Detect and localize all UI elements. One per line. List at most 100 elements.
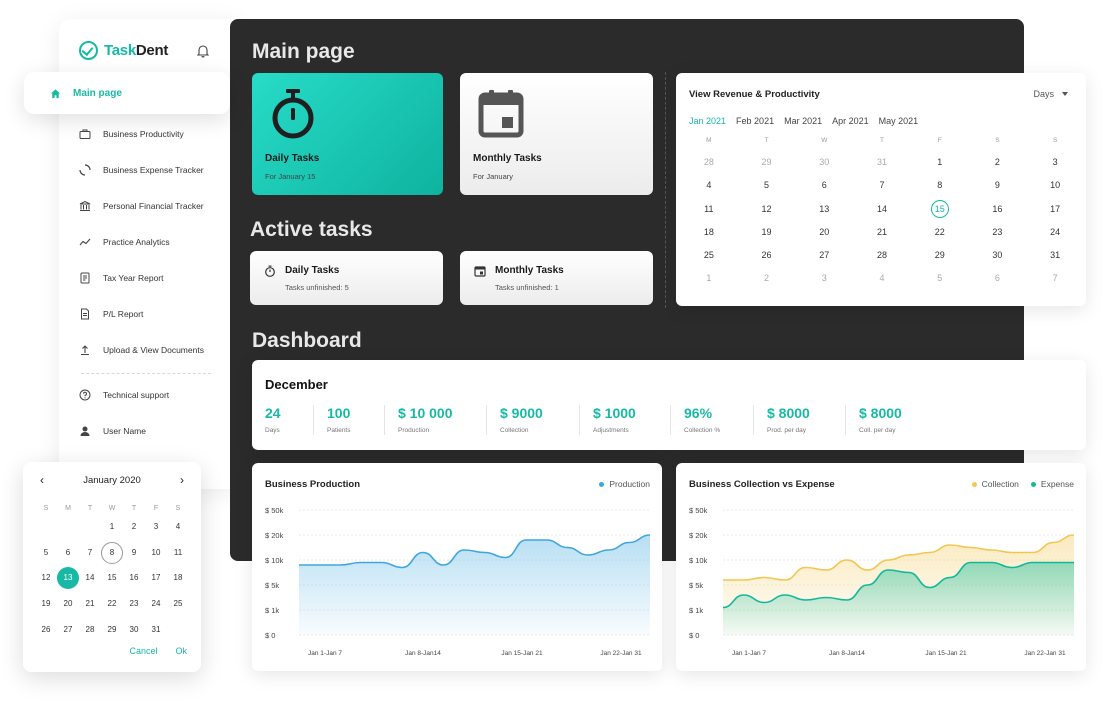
date-picker-day[interactable]: 22 bbox=[101, 593, 123, 619]
calendar-day[interactable]: 4 bbox=[680, 174, 738, 197]
date-picker-day[interactable]: 11 bbox=[167, 542, 189, 568]
calendar-day[interactable]: 6 bbox=[795, 174, 853, 197]
month-tab[interactable]: Apr 2021 bbox=[832, 116, 869, 126]
bell-icon[interactable] bbox=[197, 44, 209, 58]
logo[interactable]: TaskDent bbox=[79, 41, 168, 60]
calendar-day[interactable]: 26 bbox=[738, 244, 796, 267]
calendar-day[interactable]: 29 bbox=[911, 244, 969, 267]
date-picker-day[interactable]: 21 bbox=[79, 593, 101, 619]
calendar-day[interactable]: 2 bbox=[969, 151, 1027, 174]
calendar-day[interactable]: 30 bbox=[795, 151, 853, 174]
range-select[interactable]: Days bbox=[1033, 89, 1068, 99]
sidebar-item-user[interactable]: User Name bbox=[79, 423, 146, 439]
date-picker-day[interactable]: 7 bbox=[79, 542, 101, 568]
date-picker-day[interactable]: 28 bbox=[79, 619, 101, 645]
calendar-day[interactable]: 28 bbox=[853, 244, 911, 267]
sidebar-item-technical-support[interactable]: Technical support bbox=[79, 387, 169, 403]
active-monthly-tasks-card[interactable]: Monthly Tasks Tasks unfinished: 1 bbox=[460, 251, 653, 305]
calendar-day[interactable]: 29 bbox=[738, 151, 796, 174]
date-picker-day[interactable]: 1 bbox=[101, 516, 123, 542]
date-picker-day[interactable]: 27 bbox=[57, 619, 79, 645]
calendar-day[interactable]: 8 bbox=[911, 174, 969, 197]
calendar-day[interactable]: 20 bbox=[795, 221, 853, 244]
calendar-day[interactable]: 19 bbox=[738, 221, 796, 244]
date-picker-day[interactable]: 6 bbox=[57, 542, 79, 568]
calendar-day[interactable]: 27 bbox=[795, 244, 853, 267]
month-tab[interactable]: May 2021 bbox=[879, 116, 919, 126]
date-picker-day[interactable]: 31 bbox=[145, 619, 167, 645]
calendar-day[interactable]: 23 bbox=[969, 221, 1027, 244]
y-tick-label: $ 20k bbox=[265, 531, 284, 540]
sidebar-item-upload-view-documents[interactable]: Upload & View Documents bbox=[79, 342, 204, 358]
calendar-day[interactable]: 14 bbox=[853, 198, 911, 221]
calendar-day[interactable]: 25 bbox=[680, 244, 738, 267]
chevron-right-icon[interactable]: › bbox=[180, 473, 184, 487]
calendar-day[interactable]: 31 bbox=[1026, 244, 1084, 267]
date-picker-day[interactable]: 17 bbox=[145, 567, 167, 593]
calendar-day[interactable]: 22 bbox=[911, 221, 969, 244]
date-picker-day[interactable]: 12 bbox=[35, 567, 57, 593]
month-tab[interactable]: Feb 2021 bbox=[736, 116, 774, 126]
calendar-day[interactable]: 3 bbox=[1026, 151, 1084, 174]
calendar-day[interactable]: 13 bbox=[795, 198, 853, 221]
sidebar-item-pl-report[interactable]: P/L Report bbox=[79, 306, 143, 322]
date-picker-day[interactable]: 24 bbox=[145, 593, 167, 619]
calendar-day[interactable]: 5 bbox=[738, 174, 796, 197]
cancel-button[interactable]: Cancel bbox=[129, 646, 157, 656]
sidebar-item-personal-financial-tracker[interactable]: Personal Financial Tracker bbox=[79, 198, 204, 214]
month-tab[interactable]: Mar 2021 bbox=[784, 116, 822, 126]
calendar-day[interactable]: 18 bbox=[680, 221, 738, 244]
calendar-day[interactable]: 10 bbox=[1026, 174, 1084, 197]
date-picker-day[interactable]: 14 bbox=[79, 567, 101, 593]
date-picker-day[interactable]: 9 bbox=[123, 542, 145, 568]
date-picker-day[interactable]: 25 bbox=[167, 593, 189, 619]
calendar-day[interactable]: 30 bbox=[969, 244, 1027, 267]
date-picker-day[interactable]: 18 bbox=[167, 567, 189, 593]
sidebar-item-tax-year-report[interactable]: Tax Year Report bbox=[79, 270, 163, 286]
calendar-day[interactable]: 7 bbox=[1026, 267, 1084, 290]
date-picker-day[interactable]: 15 bbox=[101, 567, 123, 593]
date-picker-day[interactable]: 13 bbox=[57, 567, 79, 593]
sidebar-item-business-expense-tracker[interactable]: Business Expense Tracker bbox=[79, 162, 204, 178]
sidebar-item-practice-analytics[interactable]: Practice Analytics bbox=[79, 234, 170, 250]
date-picker-day[interactable]: 16 bbox=[123, 567, 145, 593]
active-daily-tasks-card[interactable]: Daily Tasks Tasks unfinished: 5 bbox=[250, 251, 443, 305]
sidebar-item-main-page[interactable]: Main page bbox=[24, 72, 230, 114]
date-picker-day[interactable]: 26 bbox=[35, 619, 57, 645]
sidebar-item-business-productivity[interactable]: Business Productivity bbox=[79, 126, 184, 142]
calendar-day[interactable]: 24 bbox=[1026, 221, 1084, 244]
date-picker-day[interactable]: 2 bbox=[123, 516, 145, 542]
calendar-day[interactable]: 6 bbox=[969, 267, 1027, 290]
stat-item: 100 Patients bbox=[327, 405, 351, 434]
date-picker-day[interactable]: 19 bbox=[35, 593, 57, 619]
calendar-day[interactable]: 12 bbox=[738, 198, 796, 221]
date-picker-day[interactable]: 30 bbox=[123, 619, 145, 645]
date-picker-day[interactable]: 5 bbox=[35, 542, 57, 568]
calendar-day[interactable]: 31 bbox=[853, 151, 911, 174]
calendar-day[interactable]: 21 bbox=[853, 221, 911, 244]
ok-button[interactable]: Ok bbox=[175, 646, 187, 656]
calendar-day[interactable]: 9 bbox=[969, 174, 1027, 197]
calendar-day[interactable]: 16 bbox=[969, 198, 1027, 221]
date-picker-day[interactable]: 20 bbox=[57, 593, 79, 619]
month-tab[interactable]: Jan 2021 bbox=[689, 116, 726, 126]
calendar-day[interactable]: 7 bbox=[853, 174, 911, 197]
date-picker-day[interactable]: 3 bbox=[145, 516, 167, 542]
calendar-day[interactable]: 1 bbox=[680, 267, 738, 290]
calendar-day[interactable]: 1 bbox=[911, 151, 969, 174]
daily-tasks-card[interactable]: Daily Tasks For January 15 bbox=[252, 73, 443, 195]
calendar-day[interactable]: 3 bbox=[795, 267, 853, 290]
date-picker-day[interactable]: 8 bbox=[101, 541, 123, 568]
calendar-day[interactable]: 2 bbox=[738, 267, 796, 290]
calendar-day[interactable]: 28 bbox=[680, 151, 738, 174]
calendar-day[interactable]: 17 bbox=[1026, 198, 1084, 221]
date-picker-day[interactable]: 10 bbox=[145, 542, 167, 568]
date-picker-day[interactable]: 4 bbox=[167, 516, 189, 542]
calendar-day[interactable]: 15 bbox=[911, 198, 969, 221]
monthly-tasks-card[interactable]: Monthly Tasks For January bbox=[460, 73, 653, 195]
date-picker-day[interactable]: 23 bbox=[123, 593, 145, 619]
calendar-day[interactable]: 5 bbox=[911, 267, 969, 290]
calendar-day[interactable]: 11 bbox=[680, 198, 738, 221]
date-picker-day[interactable]: 29 bbox=[101, 619, 123, 645]
calendar-day[interactable]: 4 bbox=[853, 267, 911, 290]
